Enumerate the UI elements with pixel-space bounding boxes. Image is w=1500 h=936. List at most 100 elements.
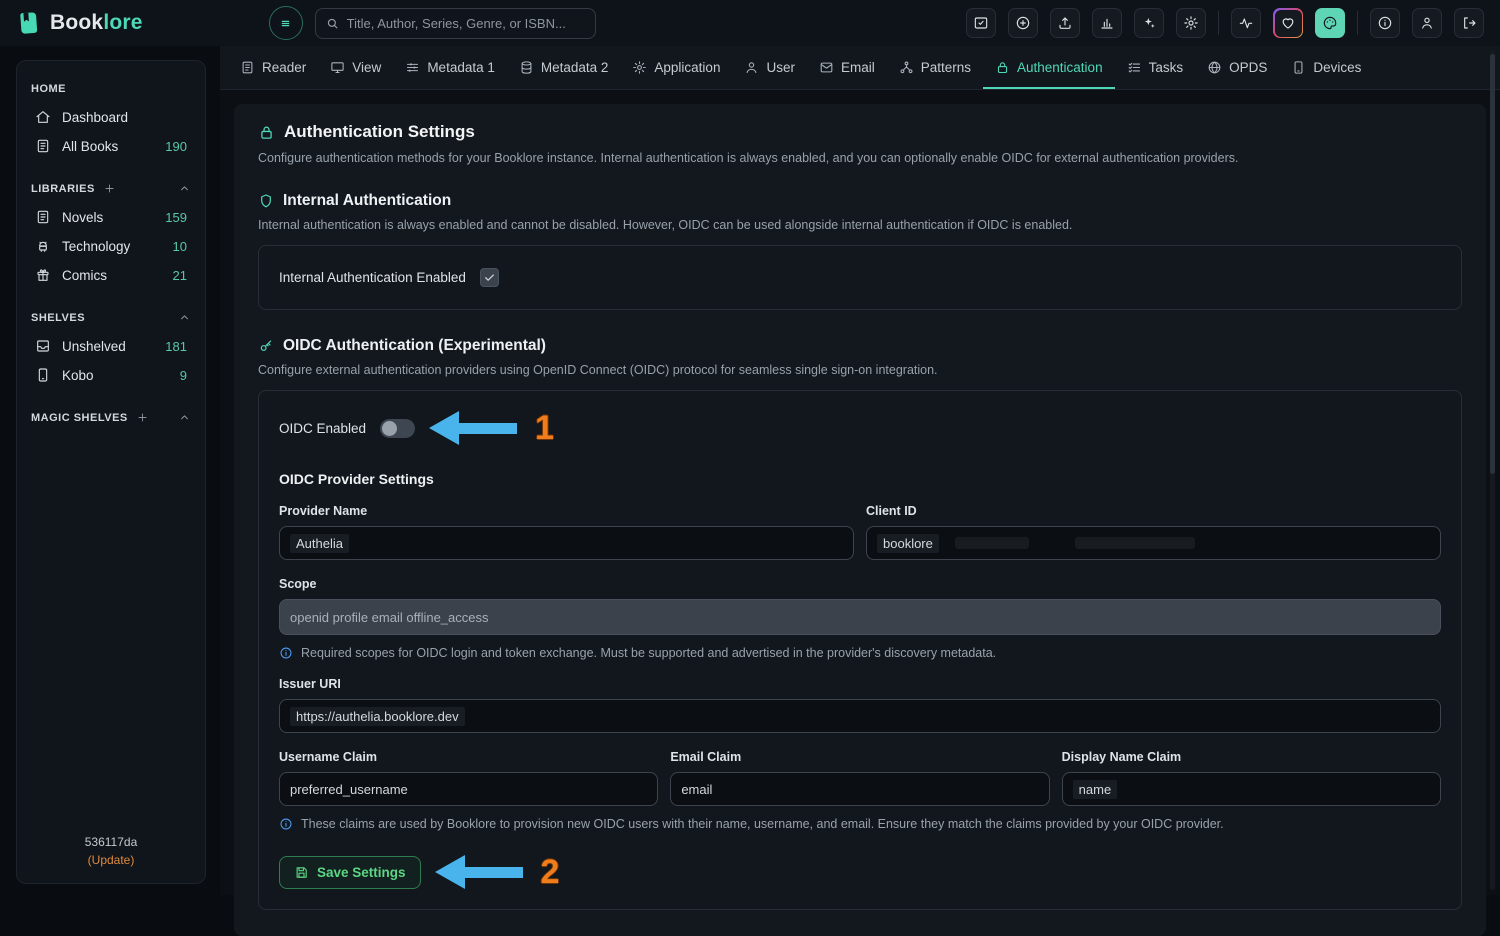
tab-label: Metadata 2	[541, 60, 609, 75]
claims-hint: These claims are used by Booklore to pro…	[279, 817, 1441, 831]
tab-view[interactable]: View	[318, 46, 393, 89]
tab-devices[interactable]: Devices	[1279, 46, 1373, 89]
item-count: 159	[165, 210, 187, 225]
search-input[interactable]	[347, 16, 586, 31]
provider-name-input[interactable]: Authelia	[279, 526, 854, 560]
activity-button[interactable]	[1231, 8, 1261, 38]
topbar-divider	[1218, 11, 1219, 35]
journal-icon	[35, 138, 51, 154]
tab-patterns[interactable]: Patterns	[887, 46, 983, 89]
tab-opds[interactable]: OPDS	[1195, 46, 1279, 89]
info-icon	[279, 646, 293, 660]
sidebar-item-novels[interactable]: Novels 159	[29, 203, 193, 231]
heart-icon	[1280, 15, 1296, 31]
tab-application[interactable]: Application	[620, 46, 732, 89]
activity-icon	[1238, 15, 1254, 31]
item-label: Unshelved	[62, 339, 126, 354]
gear-button[interactable]	[1176, 8, 1206, 38]
page-title: Authentication Settings	[284, 122, 475, 142]
tab-label: View	[352, 60, 381, 75]
info-icon	[1377, 15, 1393, 31]
sidebar: HOMEDashboardAll Books190LIBRARIESNovels…	[16, 60, 206, 884]
item-count: 10	[173, 239, 187, 254]
hamburger-icon	[277, 15, 294, 32]
check-icon	[483, 271, 496, 284]
tab-metadata-1[interactable]: Metadata 1	[393, 46, 507, 89]
add-magic-shelves-button[interactable]	[136, 411, 149, 424]
hamburger-menu-button[interactable]	[269, 6, 303, 40]
issuer-uri-input[interactable]: https://authelia.booklore.dev	[279, 699, 1441, 733]
tab-label: Reader	[262, 60, 306, 75]
oidc-enabled-label: OIDC Enabled	[279, 421, 366, 436]
sidebar-section-magic-shelves: MAGIC SHELVES	[29, 409, 193, 426]
tab-metadata-2[interactable]: Metadata 2	[507, 46, 621, 89]
item-label: Novels	[62, 210, 103, 225]
tab-label: OPDS	[1229, 60, 1267, 75]
tab-user[interactable]: User	[732, 46, 807, 89]
tablet-icon	[35, 367, 51, 383]
client-id-field: Client ID booklore	[866, 504, 1441, 560]
tab-label: Application	[654, 60, 720, 75]
save-settings-button[interactable]: Save Settings	[279, 856, 421, 889]
sidebar-item-dashboard[interactable]: Dashboard	[29, 103, 193, 131]
account-button[interactable]	[1412, 8, 1442, 38]
sidebar-item-comics[interactable]: Comics21	[29, 261, 193, 289]
item-count: 190	[165, 139, 187, 154]
annotation-arrow-1	[429, 411, 517, 445]
chevron-up-icon[interactable]	[178, 311, 191, 324]
sidebar-section-home: HOME	[29, 81, 193, 97]
scope-field: Scope openid profile email offline_acces…	[279, 577, 1441, 635]
global-search	[315, 8, 596, 39]
sparkles-button[interactable]	[1134, 8, 1164, 38]
gear-icon	[632, 60, 647, 75]
gift-icon	[35, 267, 51, 283]
sidebar-item-technology[interactable]: Technology10	[29, 232, 193, 260]
oidc-auth-title: OIDC Authentication (Experimental)	[283, 337, 546, 355]
display-name-claim-input[interactable]: name	[1062, 772, 1441, 806]
info-button[interactable]	[1370, 8, 1400, 38]
internal-auth-subtitle: Internal authentication is always enable…	[258, 218, 1462, 232]
plus-circle-button[interactable]	[1008, 8, 1038, 38]
logout-button[interactable]	[1454, 8, 1484, 38]
settings-tabbar: Reader View Metadata 1 Metadata 2 Applicatio…	[220, 46, 1500, 90]
bar-chart-button[interactable]	[1092, 8, 1122, 38]
redacted-text	[1075, 537, 1195, 549]
update-link[interactable]: (Update)	[29, 851, 193, 869]
item-label: Kobo	[62, 368, 94, 383]
chevron-up-icon[interactable]	[178, 182, 191, 195]
tab-tasks[interactable]: Tasks	[1115, 46, 1196, 89]
main-area: Reader View Metadata 1 Metadata 2 Applicatio…	[220, 46, 1500, 895]
internal-auth-enabled-checkbox[interactable]	[480, 268, 499, 287]
upload-icon	[1057, 15, 1073, 31]
chevron-up-icon[interactable]	[178, 411, 191, 424]
item-count: 21	[173, 268, 187, 283]
provider-name-label: Provider Name	[279, 504, 854, 518]
username-claim-label: Username Claim	[279, 750, 658, 764]
tab-email[interactable]: Email	[807, 46, 887, 89]
internal-auth-title: Internal Authentication	[283, 192, 451, 210]
annotation-number-1: 1	[535, 411, 554, 445]
client-id-input[interactable]: booklore	[866, 526, 1441, 560]
inbox-check-button[interactable]	[966, 8, 996, 38]
toggle-knob	[382, 421, 397, 436]
sidebar-item-unshelved[interactable]: Unshelved181	[29, 332, 193, 360]
issuer-uri-label: Issuer URI	[279, 677, 1441, 691]
username-claim-input[interactable]: preferred_username	[279, 772, 658, 806]
oidc-enabled-toggle[interactable]	[380, 419, 415, 438]
key-icon	[258, 338, 274, 354]
sidebar-item-kobo[interactable]: Kobo9	[29, 361, 193, 389]
mail-icon	[819, 60, 834, 75]
sliders-icon	[405, 60, 420, 75]
annotation-arrow-2	[435, 855, 523, 889]
tab-reader[interactable]: Reader	[228, 46, 318, 89]
scrollbar-thumb[interactable]	[1490, 54, 1495, 474]
tab-authentication[interactable]: Authentication	[983, 46, 1115, 89]
heart-button[interactable]	[1273, 8, 1303, 38]
email-claim-field: Email Claim email	[670, 750, 1049, 806]
upload-button[interactable]	[1050, 8, 1080, 38]
sidebar-item-all-books[interactable]: All Books190	[29, 132, 193, 160]
add-libraries-button[interactable]	[103, 182, 116, 195]
palette-button[interactable]	[1315, 8, 1345, 38]
email-claim-input[interactable]: email	[670, 772, 1049, 806]
scope-input: openid profile email offline_access	[279, 599, 1441, 635]
